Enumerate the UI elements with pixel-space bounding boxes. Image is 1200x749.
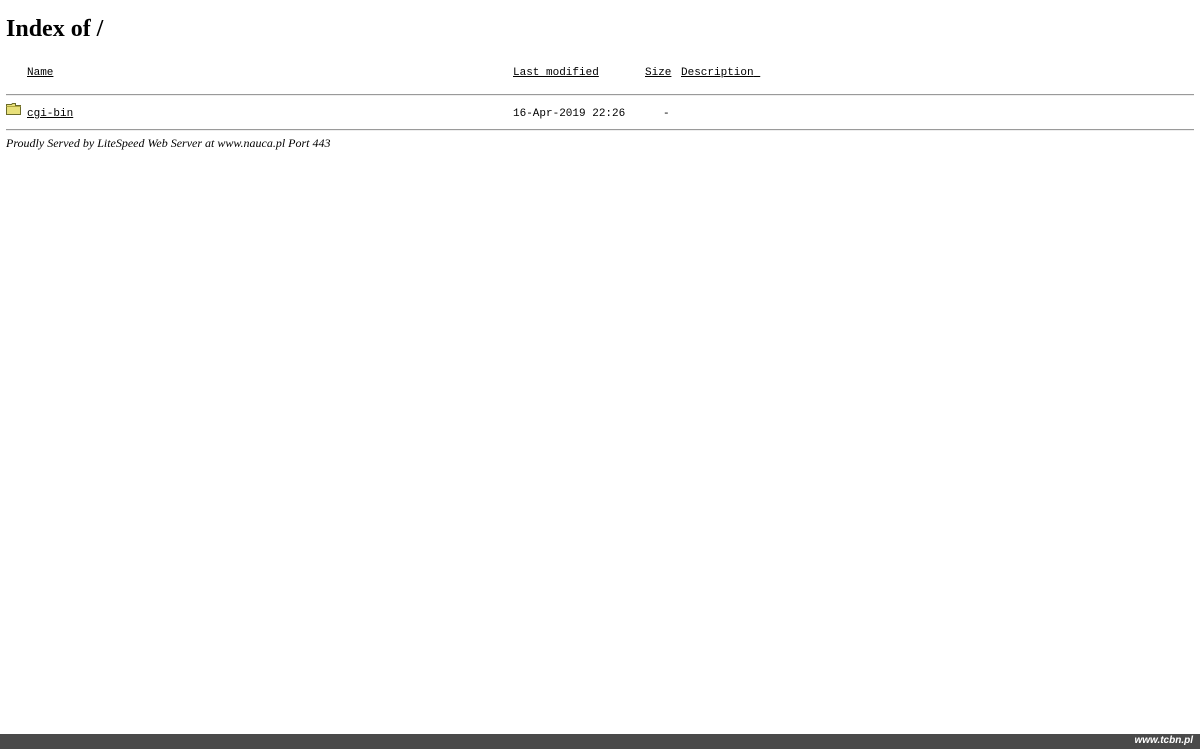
page-title: Index of /: [6, 16, 104, 42]
sort-by-last-modified-link[interactable]: Last modified: [513, 67, 599, 79]
watermark-text: www.tcbn.pl: [1134, 735, 1193, 746]
sort-by-size-link[interactable]: Size: [645, 67, 671, 79]
entry-size: -: [663, 108, 670, 120]
entry-link-cgi-bin[interactable]: cgi-bin: [27, 108, 73, 120]
entry-last-modified: 16-Apr-2019 22:26: [513, 108, 626, 120]
bottom-bar: www.tcbn.pl: [0, 734, 1200, 749]
header-divider: [6, 94, 1194, 96]
sort-by-description-link[interactable]: Description: [681, 67, 760, 79]
server-signature: Proudly Served by LiteSpeed Web Server a…: [6, 136, 331, 150]
footer-divider: [6, 129, 1194, 131]
sort-by-name-link[interactable]: Name: [27, 67, 53, 79]
folder-icon: [6, 103, 21, 115]
description-header-label: Description: [681, 67, 754, 79]
